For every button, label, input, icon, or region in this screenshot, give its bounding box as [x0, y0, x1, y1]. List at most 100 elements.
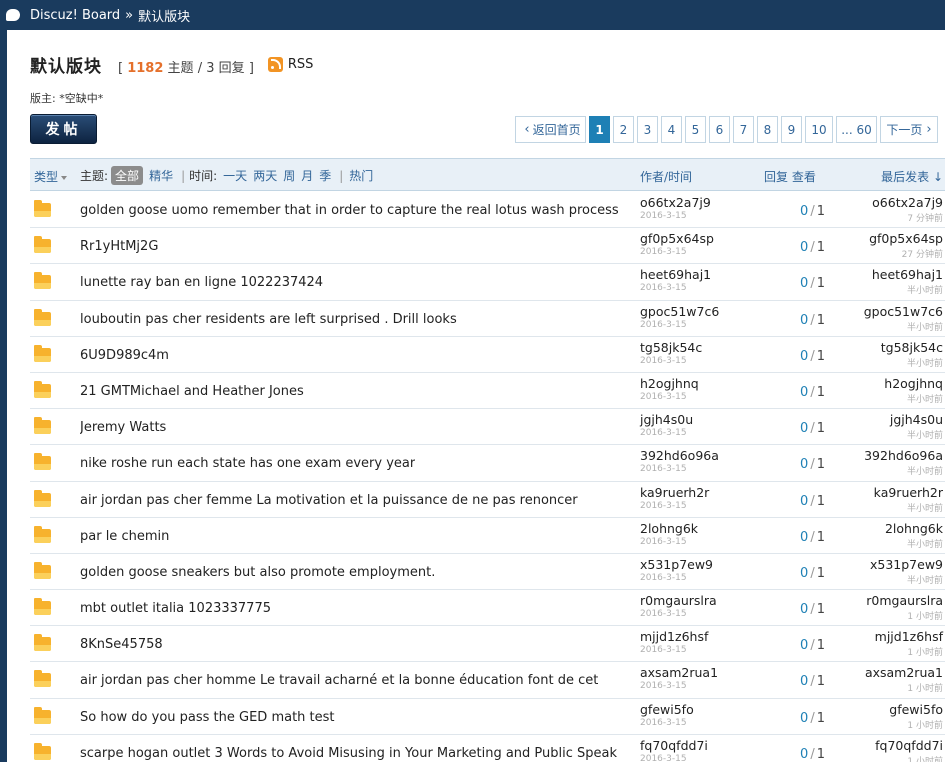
folder-icon — [34, 489, 51, 507]
last-poster-link[interactable]: 2lohng6k — [885, 521, 943, 536]
reply-view-counts: 0/1 — [765, 349, 825, 364]
breadcrumb-current-link[interactable]: 默认版块 — [138, 6, 190, 25]
thread-title-link[interactable]: scarpe hogan outlet 3 Words to Avoid Mis… — [80, 746, 617, 761]
thread-title-link[interactable]: 8KnSe45758 — [80, 637, 163, 652]
last-poster-link[interactable]: axsam2rua1 — [865, 665, 943, 680]
pager-page-6[interactable]: 6 — [709, 116, 730, 143]
thread-author-link[interactable]: heet69haj1 — [640, 267, 711, 282]
thread-title-link[interactable]: 6U9D989c4m — [80, 348, 169, 363]
thread-post-date: 2016-3-15 — [640, 609, 687, 620]
thread-author-link[interactable]: x531p7ew9 — [640, 557, 713, 572]
filter-month[interactable]: 月 — [301, 167, 313, 184]
filter-all[interactable]: 全部 — [111, 166, 144, 185]
pager-home-button[interactable]: 返回首页 — [515, 116, 586, 143]
thread-author-link[interactable]: 392hd6o96a — [640, 448, 719, 463]
thread-title-link[interactable]: golden goose uomo remember that in order… — [80, 203, 619, 218]
last-poster-link[interactable]: mjjd1z6hsf — [875, 629, 943, 644]
thread-title-link[interactable]: golden goose sneakers but also promote e… — [80, 565, 435, 580]
thread-title-link[interactable]: Jeremy Watts — [80, 420, 166, 435]
last-poster-link[interactable]: heet69haj1 — [872, 267, 943, 282]
reply-view-counts: 0/1 — [765, 602, 825, 617]
last-poster-link[interactable]: fq70qfdd7i — [875, 738, 943, 753]
filter-one-day[interactable]: 一天 — [223, 167, 247, 184]
last-poster-link[interactable]: ka9ruerh2r — [874, 485, 943, 500]
pager-page-3[interactable]: 3 — [637, 116, 658, 143]
folder-icon — [34, 561, 51, 579]
thread-title-link[interactable]: par le chemin — [80, 529, 169, 544]
last-poster-link[interactable]: 392hd6o96a — [864, 448, 943, 463]
thread-author-link[interactable]: ka9ruerh2r — [640, 485, 709, 500]
thread-title-link[interactable]: air jordan pas cher homme Le travail ach… — [80, 673, 598, 688]
reply-count: 0 — [800, 602, 809, 618]
thread-author-link[interactable]: jgjh4s0u — [640, 412, 693, 427]
breadcrumb-home-link[interactable]: Discuz! Board — [30, 8, 120, 23]
thread-post-date: 2016-3-15 — [640, 428, 687, 439]
last-poster-link[interactable]: tg58jk54c — [881, 340, 943, 355]
thread-row: golden goose sneakers but also promote e… — [30, 554, 945, 591]
reply-view-counts: 0/1 — [765, 276, 825, 291]
reply-count: 0 — [800, 674, 809, 690]
type-filter-dropdown[interactable]: 类型 — [34, 168, 67, 185]
folder-icon — [34, 670, 51, 688]
filter-week[interactable]: 周 — [283, 167, 295, 184]
last-post-column-header[interactable]: 最后发表 ↓ — [881, 168, 943, 185]
count-separator: / — [810, 457, 815, 473]
pager-page-10[interactable]: 10 — [805, 116, 833, 143]
thread-author-link[interactable]: fq70qfdd7i — [640, 738, 708, 753]
filter-season[interactable]: 季 — [319, 167, 331, 184]
last-poster-link[interactable]: gfewi5fo — [889, 702, 943, 717]
pager-page-7[interactable]: 7 — [733, 116, 754, 143]
thread-row: golden goose uomo remember that in order… — [30, 192, 945, 229]
view-count: 1 — [816, 638, 825, 654]
thread-title-link[interactable]: 21 GMTMichael and Heather Jones — [80, 384, 304, 399]
thread-author-link[interactable]: o66tx2a7j9 — [640, 195, 711, 210]
pager-page-5[interactable]: 5 — [685, 116, 706, 143]
thread-post-date: 2016-3-15 — [640, 753, 687, 762]
thread-post-date: 2016-3-15 — [640, 211, 687, 221]
filter-digest[interactable]: 精华 — [149, 167, 173, 184]
pager-page-2[interactable]: 2 — [613, 116, 634, 143]
thread-author-link[interactable]: 2lohng6k — [640, 521, 698, 536]
pager-last-page[interactable]: ... 60 — [836, 116, 877, 143]
pager-page-1[interactable]: 1 — [589, 116, 610, 143]
last-poster-link[interactable]: o66tx2a7j9 — [872, 195, 943, 210]
rss-icon — [267, 57, 283, 72]
new-post-button[interactable]: 发帖 — [30, 114, 97, 144]
thread-author-link[interactable]: gfewi5fo — [640, 702, 694, 717]
pager-next-button[interactable]: 下一页 — [880, 116, 938, 143]
thread-title-link[interactable]: air jordan pas cher femme La motivation … — [80, 493, 578, 508]
pager-page-4[interactable]: 4 — [661, 116, 682, 143]
count-separator: / — [810, 638, 815, 654]
thread-author-link[interactable]: r0mgaurslra — [640, 593, 717, 608]
filter-two-days[interactable]: 两天 — [253, 167, 277, 184]
reply-view-column-header[interactable]: 回复 查看 — [764, 168, 816, 185]
last-poster-link[interactable]: r0mgaurslra — [866, 593, 943, 608]
thread-title-link[interactable]: mbt outlet italia 1023337775 — [80, 601, 271, 616]
thread-author-link[interactable]: gpoc51w7c6 — [640, 304, 719, 319]
pager-page-8[interactable]: 8 — [757, 116, 778, 143]
thread-author-link[interactable]: gf0p5x64sp — [640, 231, 714, 246]
thread-title-link[interactable]: Rr1yHtMj2G — [80, 239, 158, 254]
last-poster-link[interactable]: x531p7ew9 — [870, 557, 943, 572]
moderator-info: 版主: *空缺中* — [30, 92, 104, 105]
thread-list: golden goose uomo remember that in order… — [30, 192, 945, 762]
last-poster-link[interactable]: jgjh4s0u — [890, 412, 943, 427]
thread-title-link[interactable]: So how do you pass the GED math test — [80, 710, 335, 725]
thread-author-link[interactable]: h2ogjhnq — [640, 376, 699, 391]
last-poster-link[interactable]: gpoc51w7c6 — [864, 304, 943, 319]
count-separator: / — [810, 204, 815, 219]
rss-link[interactable]: RSS — [267, 57, 313, 72]
thread-title-link[interactable]: nike roshe run each state has one exam e… — [80, 456, 415, 471]
thread-author-link[interactable]: axsam2rua1 — [640, 665, 718, 680]
last-poster-link[interactable]: gf0p5x64sp — [869, 231, 943, 246]
thread-title-link[interactable]: lunette ray ban en ligne 1022237424 — [80, 275, 323, 290]
thread-author-link[interactable]: tg58jk54c — [640, 340, 702, 355]
view-count: 1 — [816, 565, 825, 581]
pager-page-9[interactable]: 9 — [781, 116, 802, 143]
filter-hot[interactable]: 热门 — [349, 167, 373, 184]
last-poster-link[interactable]: h2ogjhnq — [884, 376, 943, 391]
thread-title-link[interactable]: louboutin pas cher residents are left su… — [80, 312, 457, 327]
thread-author-link[interactable]: mjjd1z6hsf — [640, 629, 708, 644]
folder-icon — [34, 634, 51, 652]
author-column-header[interactable]: 作者/时间 — [640, 168, 692, 185]
